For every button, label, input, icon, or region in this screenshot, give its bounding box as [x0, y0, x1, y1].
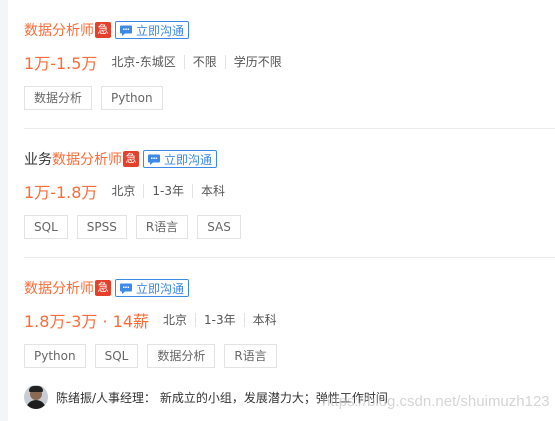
job-experience: 不限	[183, 55, 225, 69]
salary: 1.8万-3万 · 14薪	[24, 312, 150, 331]
job-education: 本科	[243, 313, 285, 327]
job-tags: SQL SPSS R语言 SAS	[24, 215, 555, 239]
job-title-keyword: 数据分析师	[24, 23, 94, 39]
job-tag[interactable]: SAS	[197, 215, 241, 239]
job-tag[interactable]: Python	[24, 344, 86, 368]
job-card[interactable]: 数据分析师 急 立即沟通 1万-1.5万 北京-东城区 不限 学历不限 数据分析…	[24, 20, 555, 110]
job-tags: Python SQL 数据分析 R语言	[24, 344, 555, 368]
job-card[interactable]: 数据分析师 急 立即沟通 1.8万-3万 · 14薪 北京 1-3年 本科 Py…	[24, 278, 555, 368]
job-education: 学历不限	[224, 55, 290, 69]
job-divider	[24, 257, 555, 258]
job-tag[interactable]: R语言	[135, 215, 189, 239]
job-title[interactable]: 数据分析师	[24, 278, 94, 298]
job-experience: 1-3年	[195, 313, 244, 327]
urgent-badge: 急	[95, 22, 111, 38]
job-title[interactable]: 数据分析师	[24, 20, 94, 40]
job-info-row: 1.8万-3万 · 14薪 北京 1-3年 本科	[24, 309, 555, 331]
salary: 1万-1.8万	[24, 183, 98, 202]
job-location: 北京-东城区	[111, 55, 176, 69]
chat-now-button[interactable]: 立即沟通	[115, 21, 190, 39]
job-title-keyword: 数据分析师	[24, 281, 94, 297]
job-tags: 数据分析 Python	[24, 86, 555, 110]
chat-now-label: 立即沟通	[136, 23, 185, 38]
job-tag[interactable]: R语言	[224, 344, 277, 368]
urgent-badge: 急	[123, 151, 139, 167]
left-gutter	[0, 0, 8, 421]
job-info-row: 1万-1.8万 北京 1-3年 本科	[24, 180, 555, 202]
urgent-badge: 急	[95, 280, 111, 296]
job-location: 北京	[111, 184, 136, 198]
job-tag[interactable]: SQL	[94, 344, 139, 368]
job-info-row: 1万-1.5万 北京-东城区 不限 学历不限	[24, 51, 555, 73]
chat-bubble-icon	[120, 25, 132, 36]
job-tag[interactable]: 数据分析	[24, 86, 93, 110]
job-title-prefix: 业务	[24, 152, 52, 168]
chat-bubble-icon	[148, 154, 160, 165]
salary: 1万-1.5万	[24, 54, 98, 73]
job-education: 本科	[192, 184, 233, 198]
job-tag[interactable]: SPSS	[76, 215, 127, 239]
job-divider	[24, 128, 555, 129]
job-title[interactable]: 业务数据分析师	[24, 149, 122, 169]
job-tag[interactable]: SQL	[24, 215, 68, 239]
job-tag[interactable]: Python	[101, 86, 163, 110]
job-tag[interactable]: 数据分析	[147, 344, 216, 368]
chat-now-label: 立即沟通	[164, 152, 213, 167]
job-title-keyword: 数据分析师	[52, 152, 122, 168]
job-title-row: 业务数据分析师 急 立即沟通	[24, 149, 555, 169]
chat-now-label: 立即沟通	[136, 281, 185, 296]
chat-now-button[interactable]: 立即沟通	[115, 279, 190, 297]
recruiter-avatar	[24, 385, 48, 409]
watermark: https://blog.csdn.net/shuimuzh123	[322, 393, 550, 410]
job-card[interactable]: 业务数据分析师 急 立即沟通 1万-1.8万 北京 1-3年 本科 SQL SP…	[24, 149, 555, 239]
chat-bubble-icon	[120, 283, 132, 294]
job-location: 北京	[163, 313, 188, 327]
job-title-row: 数据分析师 急 立即沟通	[24, 20, 555, 40]
job-experience: 1-3年	[143, 184, 192, 198]
job-title-row: 数据分析师 急 立即沟通	[24, 278, 555, 298]
chat-now-button[interactable]: 立即沟通	[143, 150, 218, 168]
